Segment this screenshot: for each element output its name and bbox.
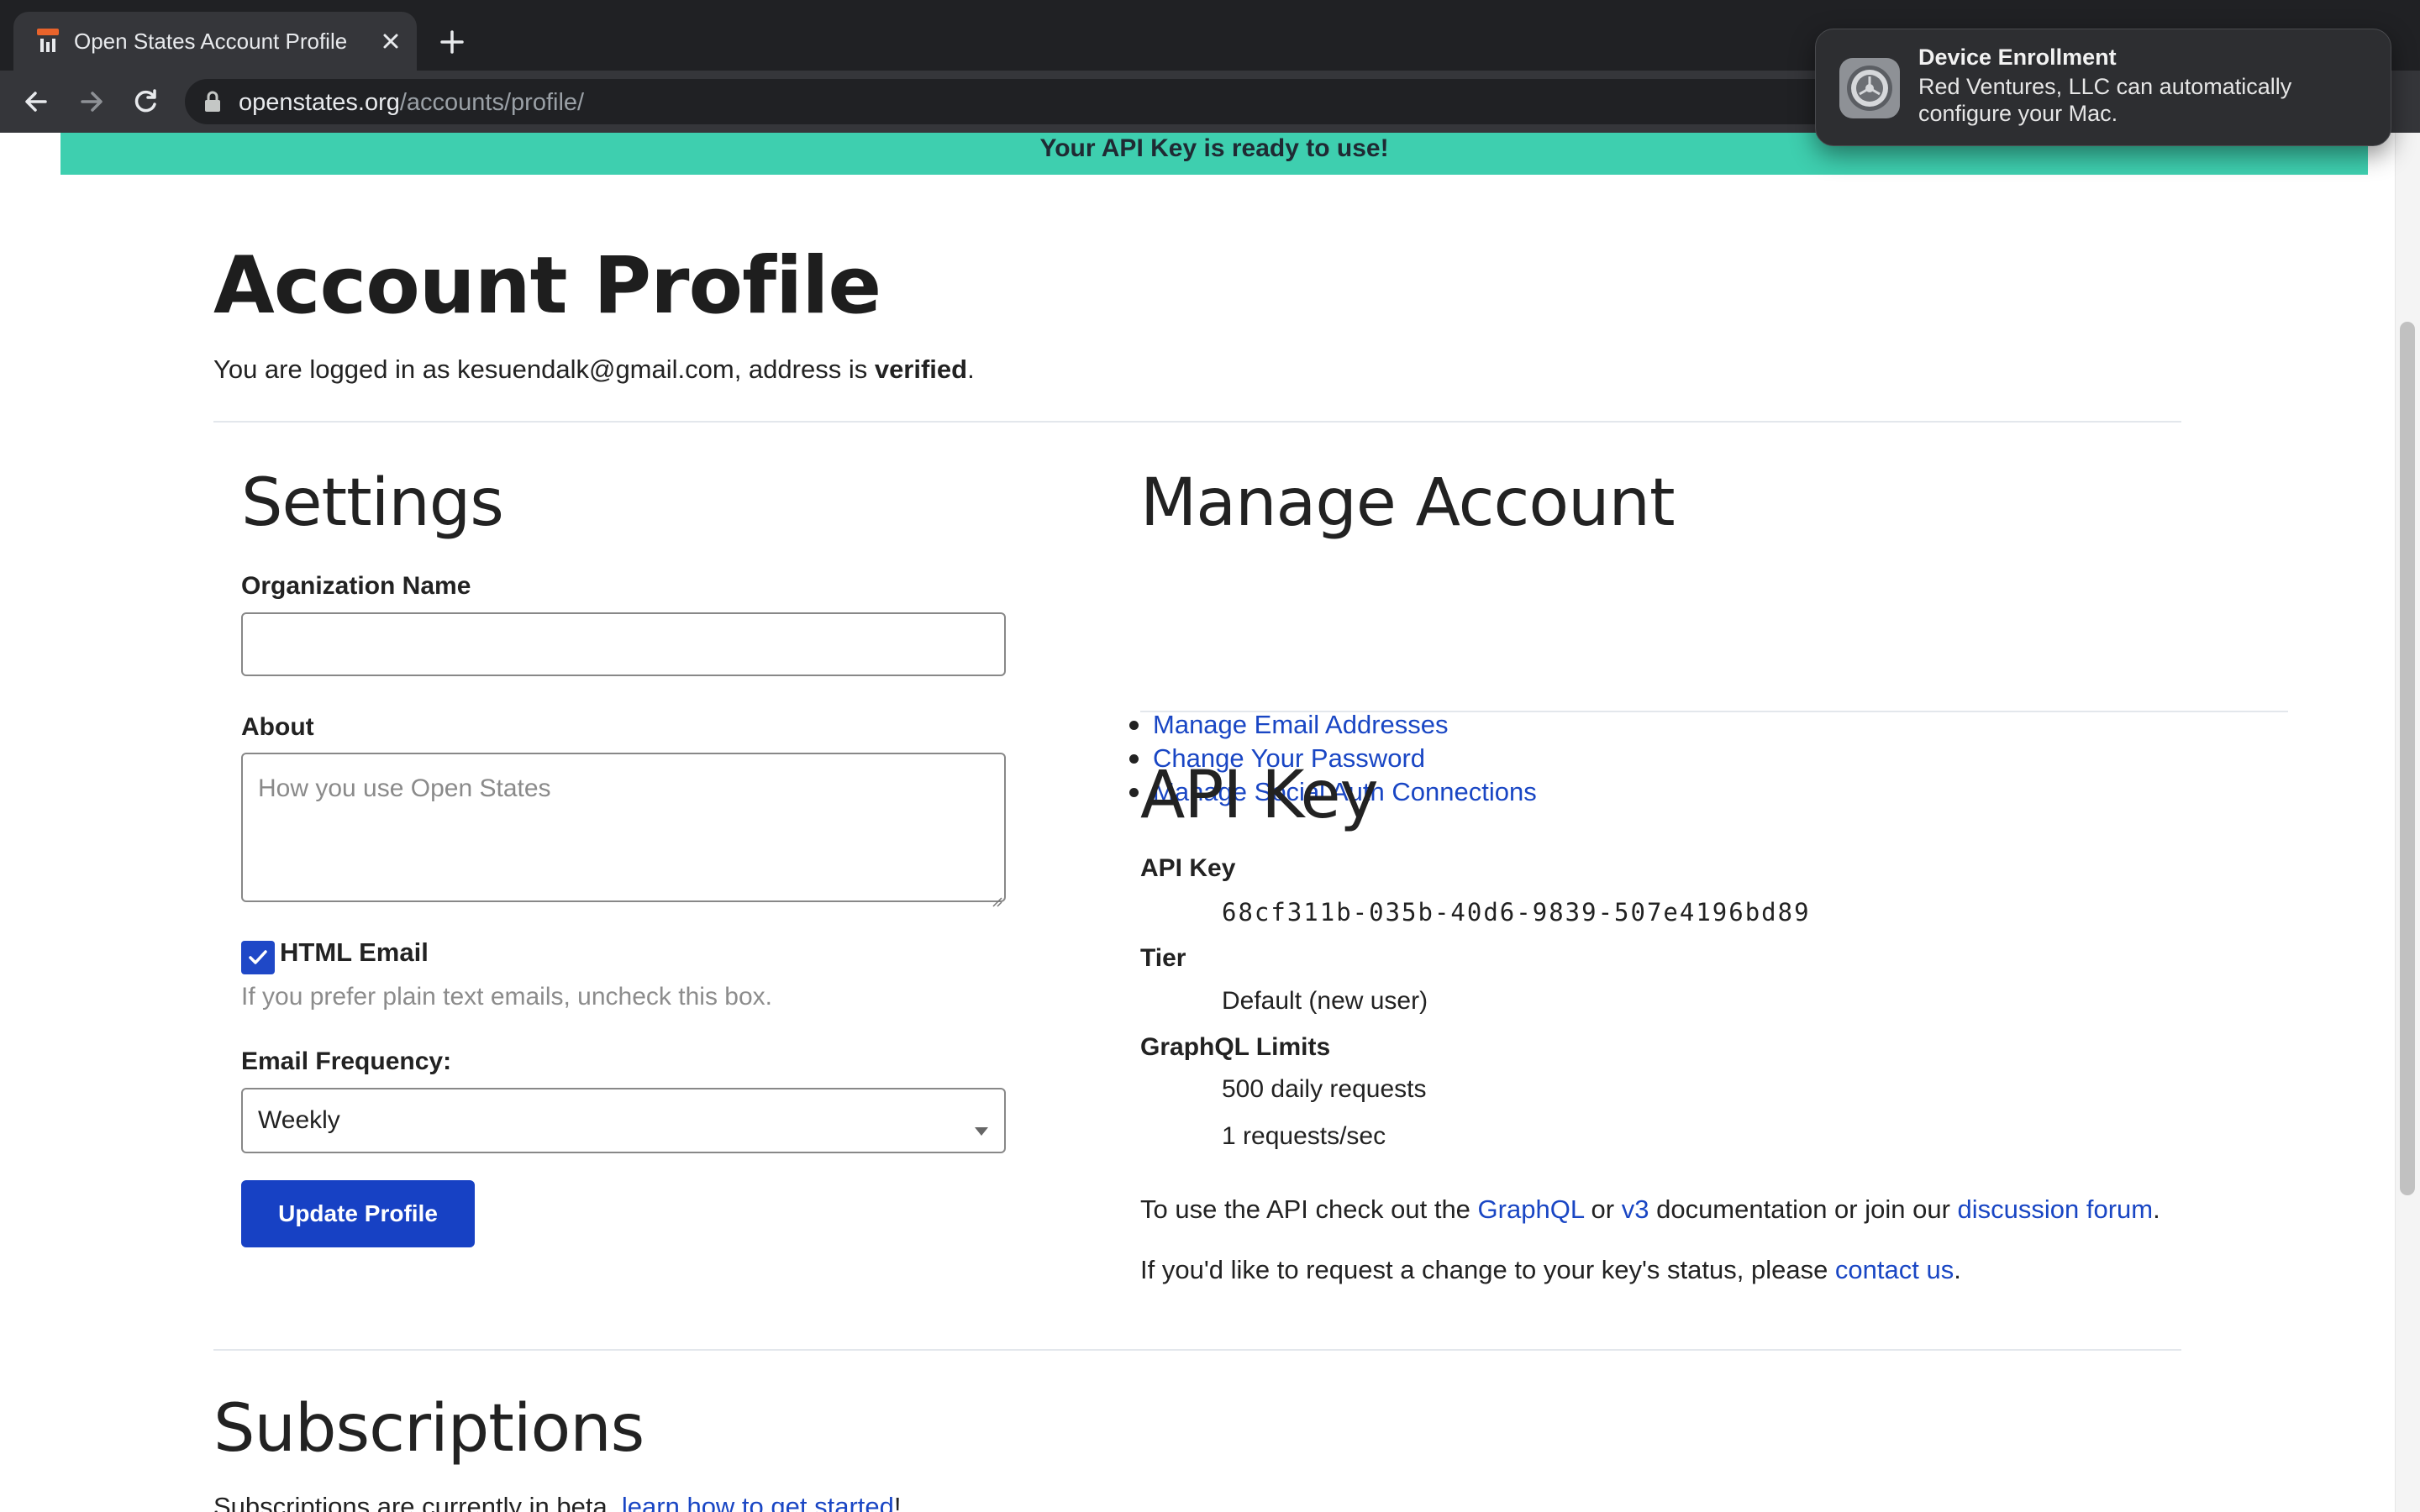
tier-label: Tier: [1140, 944, 1186, 972]
about-textarea[interactable]: How you use Open States: [241, 753, 1006, 907]
logged-in-prefix: You are logged in as kesuendalk@gmail.co…: [213, 354, 875, 384]
update-profile-button[interactable]: Update Profile: [241, 1180, 475, 1247]
lock-icon[interactable]: [203, 91, 222, 113]
list-bullet: [1129, 721, 1139, 730]
caret-down-icon: [974, 1115, 989, 1136]
tab-title: Open States Account Profile: [74, 29, 348, 54]
logged-in-suffix: .: [967, 354, 975, 384]
url-path: /accounts/profile/: [399, 89, 585, 116]
banner-text: Your API Key is ready to use!: [1039, 134, 1389, 162]
graphql-docs-link[interactable]: GraphQL: [1478, 1194, 1584, 1224]
manage-account-heading: Manage Account: [1140, 465, 1676, 541]
page-title: Account Profile: [213, 240, 881, 332]
settings-heading: Settings: [241, 465, 504, 541]
tier-value: Default (new user): [1222, 987, 1428, 1015]
list-bullet: [1129, 754, 1139, 764]
new-tab-icon[interactable]: [437, 27, 467, 57]
subscriptions-intro: Subscriptions are currently in beta, lea…: [213, 1492, 902, 1512]
manage-email-link[interactable]: Manage Email Addresses: [1129, 708, 1537, 742]
list-bullet: [1129, 788, 1139, 797]
rate-limit-value: 1 requests/sec: [1222, 1122, 1386, 1150]
notification-body: Red Ventures, LLC can automatically conf…: [1918, 74, 2292, 126]
discussion-forum-link[interactable]: discussion forum: [1958, 1194, 2154, 1224]
docs-mid: documentation or join our: [1649, 1194, 1958, 1224]
reload-icon[interactable]: [129, 86, 161, 118]
change-prefix: If you'd like to request a change to you…: [1140, 1255, 1835, 1284]
get-started-link[interactable]: learn how to get started: [622, 1492, 894, 1512]
about-placeholder: How you use Open States: [258, 774, 551, 802]
about-label: About: [241, 713, 314, 741]
html-email-help: If you prefer plain text emails, uncheck…: [241, 983, 772, 1011]
logged-in-text: You are logged in as kesuendalk@gmail.co…: [213, 354, 975, 385]
daily-limit-value: 500 daily requests: [1222, 1075, 1427, 1103]
divider: [213, 1349, 2181, 1351]
subscriptions-intro-prefix: Subscriptions are currently in beta,: [213, 1492, 622, 1512]
graphql-limits-label: GraphQL Limits: [1140, 1033, 1331, 1061]
subscriptions-heading: Subscriptions: [213, 1391, 644, 1467]
contact-us-link[interactable]: contact us: [1835, 1255, 1954, 1284]
subscriptions-intro-suffix: !: [893, 1492, 902, 1512]
notification-title: Device Enrollment: [1918, 45, 2117, 70]
email-frequency-value: Weekly: [258, 1106, 340, 1134]
api-docs-paragraph: To use the API check out the GraphQL or …: [1140, 1194, 2160, 1225]
open-states-favicon-icon: [35, 27, 60, 55]
browser-tab[interactable]: Open States Account Profile: [13, 12, 417, 71]
api-key-value: 68cf311b-035b-40d6-9839-507e4196bd89: [1222, 898, 1811, 927]
verified-status: verified: [874, 354, 968, 384]
device-enrollment-notification[interactable]: Device Enrollment Red Ventures, LLC can …: [1815, 29, 2391, 146]
html-email-checkbox[interactable]: [241, 941, 275, 974]
v3-docs-link[interactable]: v3: [1622, 1194, 1649, 1224]
change-suffix: .: [1954, 1255, 1961, 1284]
url-host: openstates.org: [239, 89, 400, 116]
org-name-input[interactable]: [241, 612, 1006, 676]
forward-arrow-icon[interactable]: [76, 86, 108, 118]
url-text: openstates.org/accounts/profile/: [239, 89, 584, 117]
back-arrow-icon[interactable]: [20, 86, 52, 118]
close-tab-icon[interactable]: [378, 29, 403, 54]
api-key-heading: API Key: [1140, 758, 1379, 833]
manage-email-link-text[interactable]: Manage Email Addresses: [1153, 710, 1449, 739]
email-frequency-select[interactable]: Weekly: [241, 1088, 1006, 1153]
docs-or: or: [1583, 1194, 1622, 1224]
key-change-paragraph: If you'd like to request a change to you…: [1140, 1255, 1961, 1285]
system-preferences-gear-icon: [1838, 56, 1902, 120]
api-key-label: API Key: [1140, 854, 1236, 882]
scrollbar-thumb[interactable]: [2400, 322, 2415, 1195]
email-frequency-label: Email Frequency:: [241, 1047, 452, 1075]
docs-prefix: To use the API check out the: [1140, 1194, 1478, 1224]
divider: [1140, 711, 2288, 712]
html-email-label[interactable]: HTML Email: [280, 937, 429, 968]
divider: [213, 421, 2181, 423]
page-content: Your API Key is ready to use! Account Pr…: [0, 133, 2395, 1512]
resize-handle-icon[interactable]: [989, 885, 1002, 907]
org-name-label: Organization Name: [241, 572, 471, 600]
docs-suffix: .: [2153, 1194, 2160, 1224]
